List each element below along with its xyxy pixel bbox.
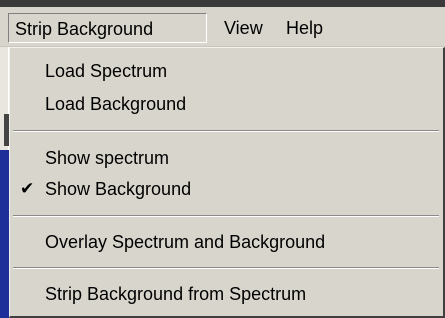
menu-item-label: Overlay Spectrum and Background bbox=[45, 232, 326, 252]
menu-help[interactable]: Help bbox=[286, 13, 323, 43]
menu-item-show-spectrum[interactable]: Show spectrum bbox=[10, 143, 442, 173]
menu-item-label: Show Background bbox=[45, 179, 192, 199]
window-frame bbox=[0, 0, 445, 7]
menu-separator bbox=[13, 215, 439, 217]
menu-item-overlay[interactable]: Overlay Spectrum and Background bbox=[10, 227, 442, 257]
menu-separator bbox=[13, 130, 439, 132]
menu-strip-background[interactable]: Strip Background bbox=[8, 13, 207, 43]
menu-bar: Strip Background View Help bbox=[0, 7, 445, 47]
strip-background-dropdown-menu: Load Spectrum Load Background Show spect… bbox=[9, 47, 445, 318]
menu-item-label: Load Background bbox=[45, 94, 187, 114]
menu-view[interactable]: View bbox=[224, 13, 263, 43]
menu-item-load-background[interactable]: Load Background bbox=[10, 89, 442, 119]
checkmark-icon: ✔ bbox=[20, 179, 35, 198]
menu-item-label: Load Spectrum bbox=[45, 61, 168, 81]
menu-item-show-background[interactable]: ✔ Show Background bbox=[10, 174, 442, 204]
menu-item-strip-background[interactable]: Strip Background from Spectrum bbox=[10, 279, 442, 309]
menu-item-label: Show spectrum bbox=[45, 148, 170, 168]
menu-item-label: Strip Background from Spectrum bbox=[45, 284, 307, 304]
menu-separator bbox=[13, 267, 439, 269]
menu-item-load-spectrum[interactable]: Load Spectrum bbox=[10, 56, 442, 86]
